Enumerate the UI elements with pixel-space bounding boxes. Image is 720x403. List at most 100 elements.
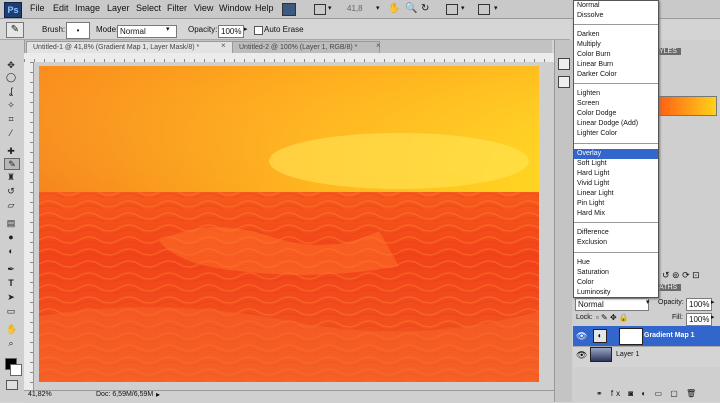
blend-option[interactable]: Hard Mix <box>574 209 658 219</box>
menu-help[interactable]: Help <box>255 3 274 13</box>
chevron-down-icon[interactable]: ▾ <box>166 25 170 33</box>
layer-blend-mode-select[interactable]: Normal <box>575 298 649 311</box>
pen-tool-icon[interactable]: ✒ <box>6 264 16 274</box>
blend-option[interactable]: Color Dodge <box>574 109 658 119</box>
chevron-down-icon[interactable]: ▾ <box>328 4 332 12</box>
blend-option[interactable]: Normal <box>574 1 658 11</box>
blend-option[interactable]: Difference <box>574 228 658 238</box>
blend-option[interactable]: Multiply <box>574 40 658 50</box>
opacity-label: Opacity: <box>188 25 218 34</box>
chevron-right-icon[interactable]: ▸ <box>711 313 715 321</box>
lasso-tool-icon[interactable]: ʆ <box>6 86 16 96</box>
menu-layer[interactable]: Layer <box>107 3 130 13</box>
type-tool-icon[interactable]: T <box>6 278 16 288</box>
blend-option[interactable]: Darker Color <box>574 70 658 80</box>
history-brush-tool-icon[interactable]: ↺ <box>6 186 16 196</box>
zoom-icon[interactable]: 🔍 <box>405 3 417 14</box>
layer-opacity-input[interactable]: 100% <box>686 298 712 311</box>
history-panel-icon[interactable] <box>558 58 570 70</box>
blend-option[interactable]: Luminosity <box>574 288 658 298</box>
blur-tool-icon[interactable]: ● <box>6 232 16 242</box>
move-tool-icon[interactable]: ✥ <box>6 60 16 70</box>
document-canvas[interactable] <box>39 66 539 382</box>
rotate-view-icon[interactable]: ↻ <box>421 3 429 14</box>
layer-thumbnail[interactable] <box>590 347 612 362</box>
blend-option[interactable]: Hue <box>574 258 658 268</box>
blend-option-selected[interactable]: Overlay <box>574 149 658 159</box>
hand-icon[interactable]: ✋ <box>388 3 400 14</box>
brush-tool-icon[interactable]: ✎ <box>4 158 20 170</box>
clone-stamp-tool-icon[interactable]: ♜ <box>6 172 16 182</box>
zoom-percentage[interactable]: 41,82% <box>28 391 52 398</box>
chevron-down-icon[interactable]: ▾ <box>646 298 650 306</box>
layers-footer-icons[interactable]: ⚭ fx ◙ ◐ ▭ ▢ 🗑 <box>596 389 699 398</box>
menu-file[interactable]: File <box>30 3 45 13</box>
eye-icon[interactable]: 👁 <box>576 331 587 342</box>
blend-option[interactable]: Dissolve <box>574 11 658 21</box>
blend-option[interactable]: Saturation <box>574 268 658 278</box>
eyedropper-tool-icon[interactable]: ⁄ <box>6 128 16 138</box>
screen-mode-icon[interactable] <box>478 4 490 15</box>
bridge-icon[interactable] <box>282 3 296 16</box>
blend-option[interactable]: Color <box>574 278 658 288</box>
blend-option[interactable]: Vivid Light <box>574 179 658 189</box>
actions-panel-icon[interactable] <box>558 76 570 88</box>
chevron-right-icon[interactable]: ▸ <box>711 298 715 306</box>
marquee-tool-icon[interactable]: ◯ <box>6 72 16 82</box>
layer-name[interactable]: Gradient Map 1 <box>644 332 695 339</box>
chevron-down-icon[interactable]: ▾ <box>461 4 465 12</box>
blend-option[interactable]: Darken <box>574 30 658 40</box>
close-icon[interactable]: × <box>221 41 226 50</box>
blend-option[interactable]: Hard Light <box>574 169 658 179</box>
background-color-swatch[interactable] <box>10 364 22 376</box>
hand-tool-icon[interactable]: ✋ <box>6 324 17 334</box>
arrange-documents-icon[interactable] <box>446 4 458 15</box>
brush-tool-icon[interactable]: ✎ <box>6 22 24 38</box>
opacity-input[interactable]: 100% <box>218 25 244 38</box>
layer-name[interactable]: Layer 1 <box>616 351 639 358</box>
zoom-level[interactable]: 41,8 <box>347 4 363 13</box>
eye-icon[interactable]: 👁 <box>576 350 587 361</box>
view-extras-icon[interactable] <box>314 4 326 15</box>
blend-option[interactable]: Exclusion <box>574 238 658 248</box>
zoom-tool-icon[interactable]: ⌕ <box>6 338 16 348</box>
blend-option[interactable]: Color Burn <box>574 50 658 60</box>
blend-option[interactable]: Linear Dodge (Add) <box>574 119 658 129</box>
chevron-right-icon[interactable]: ▸ <box>156 390 160 399</box>
gradient-preview[interactable] <box>655 96 717 116</box>
blend-option[interactable]: Linear Light <box>574 189 658 199</box>
path-selection-tool-icon[interactable]: ➤ <box>6 292 16 302</box>
close-icon[interactable]: × <box>376 41 381 50</box>
blend-mode-dropdown[interactable]: Normal Dissolve Darken Multiply Color Bu… <box>573 0 659 298</box>
brush-preset-picker[interactable]: • <box>66 22 90 39</box>
blend-option[interactable]: Pin Light <box>574 199 658 209</box>
quick-mask-icon[interactable] <box>6 380 18 390</box>
layer-mask-thumbnail[interactable] <box>619 328 643 345</box>
fill-input[interactable]: 100% <box>686 313 712 326</box>
blend-option[interactable]: Screen <box>574 99 658 109</box>
dodge-tool-icon[interactable]: ◐ <box>6 246 16 256</box>
lock-icons[interactable]: ▫ ✎ ✥ 🔒 <box>596 313 629 322</box>
shape-tool-icon[interactable]: ▭ <box>6 306 16 316</box>
menu-select[interactable]: Select <box>136 3 161 13</box>
menu-view[interactable]: View <box>194 3 213 13</box>
blend-option[interactable]: Lighter Color <box>574 129 658 139</box>
chevron-down-icon[interactable]: ▾ <box>376 4 380 12</box>
menu-image[interactable]: Image <box>75 3 100 13</box>
blend-option[interactable]: Linear Burn <box>574 60 658 70</box>
chevron-right-icon[interactable]: ▸ <box>244 25 248 33</box>
menu-filter[interactable]: Filter <box>167 3 187 13</box>
menu-window[interactable]: Window <box>219 3 251 13</box>
auto-erase-checkbox[interactable] <box>254 26 263 35</box>
adjustment-icons[interactable]: ↺ ⊚ ⟳ ⊡ <box>662 270 700 281</box>
adjustment-layer-icon: ◐ <box>593 329 607 343</box>
menu-edit[interactable]: Edit <box>53 3 69 13</box>
blend-option[interactable]: Lighten <box>574 89 658 99</box>
blend-option[interactable]: Soft Light <box>574 159 658 169</box>
crop-tool-icon[interactable]: ⌗ <box>6 114 16 124</box>
gradient-tool-icon[interactable]: ▤ <box>6 218 16 228</box>
eraser-tool-icon[interactable]: ▱ <box>6 200 16 210</box>
healing-brush-tool-icon[interactable]: ✚ <box>6 146 16 156</box>
chevron-down-icon[interactable]: ▾ <box>494 4 498 12</box>
quick-selection-tool-icon[interactable]: ✧ <box>6 100 16 110</box>
